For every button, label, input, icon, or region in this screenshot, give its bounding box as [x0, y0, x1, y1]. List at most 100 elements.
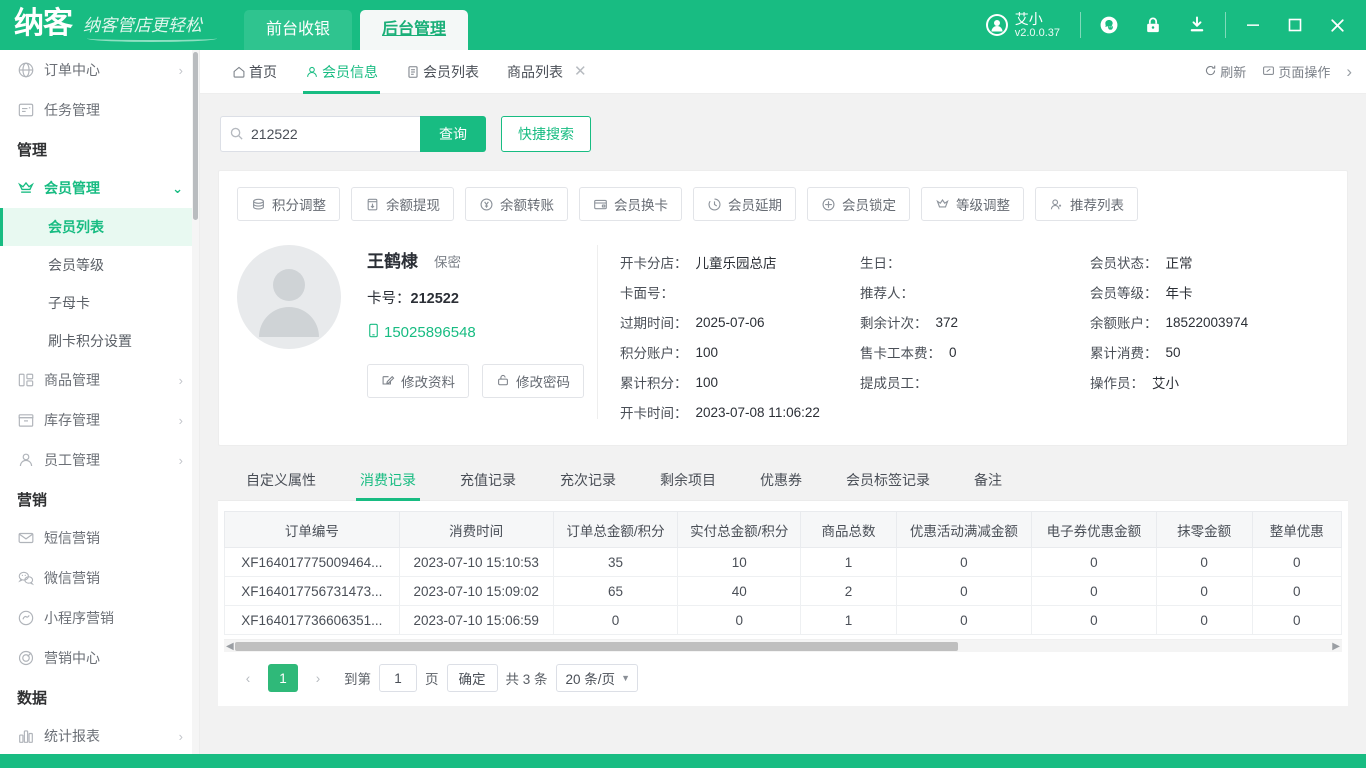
subtab-custom-attrs[interactable]: 自定义属性: [224, 460, 338, 500]
sidebar-label: 员工管理: [44, 452, 100, 468]
member-card: 积分调整 余额提现 余额转账 会员换卡 会员延期 会员锁定 等级调整 推荐列表 …: [218, 170, 1348, 446]
lock-icon[interactable]: [1131, 0, 1175, 50]
app-window: 纳客 纳客管店更轻松 前台收银 后台管理 艾小 v2.0.0.37 订单中心 ›…: [0, 0, 1366, 768]
op-member-lock[interactable]: 会员锁定: [807, 187, 910, 221]
search-row: 查询 快捷搜索: [218, 94, 1348, 170]
sidebar-item-members[interactable]: 会员管理 ⌄: [0, 168, 199, 208]
op-referral-list[interactable]: 推荐列表: [1035, 187, 1138, 221]
table-row[interactable]: XF164017775009464... 2023-07-10 15:10:53…: [224, 547, 1342, 577]
close-icon[interactable]: ✕: [574, 64, 587, 79]
subtab-member-tags[interactable]: 会员标签记录: [824, 460, 952, 500]
sidebar-label: 会员管理: [44, 180, 100, 196]
envelope-icon: [17, 529, 35, 547]
goto-page-input[interactable]: [379, 664, 417, 692]
consumption-table: 订单编号 消费时间 订单总金额/积分 实付总金额/积分 商品总数 优惠活动满减金…: [224, 511, 1342, 635]
edit-profile-button[interactable]: 修改资料: [367, 364, 469, 398]
account-version: v2.0.0.37: [1014, 26, 1060, 39]
scroll-right-icon[interactable]: ▶: [1332, 641, 1340, 652]
search-input[interactable]: [220, 116, 420, 152]
field-value: 100: [695, 344, 719, 360]
logo-text: 纳客: [14, 7, 73, 40]
sidebar-item-swipe-points[interactable]: 刷卡积分设置: [0, 322, 199, 360]
member-name-row: 王鹤棣 保密: [367, 247, 597, 272]
sidebar-item-member-list[interactable]: 会员列表: [0, 208, 199, 246]
tab-home[interactable]: 首页: [218, 50, 291, 94]
member-field: 开卡时间： 2023-07-08 11:06:22: [620, 397, 860, 427]
sidebar-item-miniprogram-marketing[interactable]: 小程序营销: [0, 598, 199, 638]
page-1-button[interactable]: 1: [268, 664, 298, 692]
op-balance-transfer[interactable]: 余额转账: [465, 187, 568, 221]
tab-label: 会员信息: [322, 63, 378, 80]
header-tab-pos[interactable]: 前台收银: [244, 10, 353, 50]
sidebar-item-reports[interactable]: 统计报表 ›: [0, 716, 199, 754]
table-scrollbar-thumb[interactable]: [235, 642, 958, 651]
sidebar-scroll: 订单中心 › 任务管理 管理 会员管理 ⌄ 会员列表 会员等级 子母卡 刷卡积分…: [0, 50, 199, 754]
sidebar-item-sub-card[interactable]: 子母卡: [0, 284, 199, 322]
tab-member-list[interactable]: 会员列表: [392, 50, 493, 94]
close-icon[interactable]: [1316, 0, 1358, 50]
subtab-remarks[interactable]: 备注: [952, 460, 1024, 500]
member-col-c: 会员状态： 正常 会员等级： 年卡 余额账户： 18522003974 累计消费： 50…: [1090, 237, 1329, 427]
field-value: 18522003974: [1165, 314, 1249, 330]
search-button[interactable]: 查询: [420, 116, 486, 152]
sidebar-item-orders[interactable]: 订单中心 ›: [0, 50, 199, 90]
headset-support-icon[interactable]: [1087, 0, 1131, 50]
account-block[interactable]: 艾小 v2.0.0.37: [985, 11, 1074, 40]
refresh-button[interactable]: 刷新: [1204, 62, 1246, 81]
table-row[interactable]: XF164017736606351... 2023-07-10 15:06:59…: [224, 605, 1342, 635]
sidebar-scrollbar[interactable]: [192, 50, 199, 754]
tabbar-actions: 刷新 页面操作 ›: [1204, 62, 1352, 82]
op-points-adjust[interactable]: 积分调整: [237, 187, 340, 221]
table-row[interactable]: XF164017756731473... 2023-07-10 15:09:02…: [224, 576, 1342, 606]
sidebar-item-tasks[interactable]: 任务管理: [0, 90, 199, 130]
download-icon[interactable]: [1175, 0, 1219, 50]
card-swap-icon: [593, 197, 608, 212]
header-tab-admin[interactable]: 后台管理: [360, 10, 469, 50]
sidebar-item-sms-marketing[interactable]: 短信营销: [0, 518, 199, 558]
maximize-icon[interactable]: [1274, 0, 1316, 50]
member-edit-buttons: 修改资料 修改密码: [367, 364, 597, 398]
cell-evoucher-discount: 0: [1031, 605, 1157, 635]
member-field: 会员状态： 正常: [1090, 247, 1329, 277]
field-key: 剩余计次：: [860, 316, 928, 331]
quick-search-button[interactable]: 快捷搜索: [501, 116, 591, 152]
expand-tabs-icon[interactable]: ›: [1346, 62, 1352, 82]
col-order-total: 订单总金额/积分: [552, 511, 679, 548]
sidebar-item-goods[interactable]: 商品管理 ›: [0, 360, 199, 400]
sidebar-item-wechat-marketing[interactable]: 微信营销: [0, 558, 199, 598]
field-key: 开卡时间：: [620, 406, 688, 421]
op-level-adjust[interactable]: 等级调整: [921, 187, 1024, 221]
lock-circle-icon: [821, 197, 836, 212]
confirm-page-button[interactable]: 确定: [446, 664, 498, 692]
globe-icon: [17, 61, 35, 79]
page-size-select[interactable]: 20 条/页 ▼: [555, 664, 639, 692]
next-page-button[interactable]: ›: [306, 664, 330, 692]
subtab-recharge[interactable]: 充值记录: [438, 460, 538, 500]
cell-goods-count: 1: [800, 605, 897, 635]
op-card-swap[interactable]: 会员换卡: [579, 187, 682, 221]
op-balance-withdraw[interactable]: 余额提现: [351, 187, 454, 221]
sidebar-scrollbar-thumb[interactable]: [193, 52, 198, 220]
tab-goods-list[interactable]: 商品列表 ✕: [493, 50, 601, 94]
prev-page-button[interactable]: ‹: [236, 664, 260, 692]
op-membership-extend[interactable]: 会员延期: [693, 187, 796, 221]
scroll-left-icon[interactable]: ◀: [226, 641, 234, 652]
content-scroller: 查询 快捷搜索 积分调整 余额提现: [200, 94, 1366, 754]
sidebar-item-marketing-center[interactable]: 营销中心: [0, 638, 199, 678]
minimize-icon[interactable]: [1232, 0, 1274, 50]
task-board-icon: [17, 101, 35, 119]
subtab-count-recharge[interactable]: 充次记录: [538, 460, 638, 500]
cell-order-no: XF164017736606351...: [224, 605, 400, 635]
edit-password-button[interactable]: 修改密码: [482, 364, 584, 398]
table-horizontal-scrollbar[interactable]: ◀ ▶: [224, 639, 1342, 652]
cell-promo-discount: 0: [895, 547, 1033, 577]
subtab-consumption[interactable]: 消费记录: [338, 460, 438, 501]
sidebar-item-staff[interactable]: 员工管理 ›: [0, 440, 199, 480]
subtab-coupons[interactable]: 优惠券: [738, 460, 824, 500]
sidebar-item-inventory[interactable]: 库存管理 ›: [0, 400, 199, 440]
subtab-remaining-items[interactable]: 剩余项目: [638, 460, 738, 500]
sidebar-item-member-level[interactable]: 会员等级: [0, 246, 199, 284]
page-ops-button[interactable]: 页面操作: [1262, 62, 1330, 81]
member-field: 售卡工本费： 0: [860, 337, 1090, 367]
tab-member-info[interactable]: 会员信息: [291, 50, 392, 94]
